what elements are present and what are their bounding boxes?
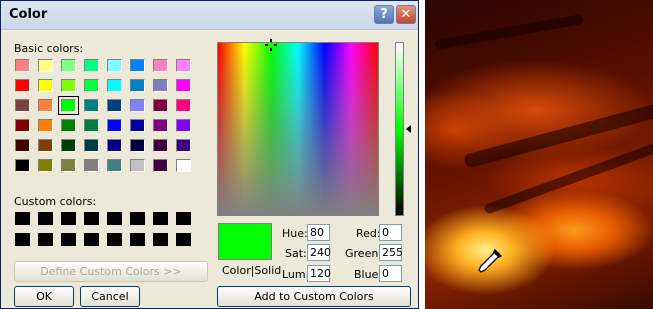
basic-color-swatch[interactable] — [38, 159, 53, 172]
custom-color-swatch[interactable] — [61, 233, 76, 246]
blue-label: Blue: — [354, 268, 383, 281]
basic-color-swatch[interactable] — [15, 119, 30, 132]
basic-color-swatch[interactable] — [84, 139, 99, 152]
basic-color-swatch[interactable] — [38, 79, 53, 92]
basic-color-swatch[interactable] — [153, 159, 168, 172]
basic-color-swatch[interactable] — [130, 79, 145, 92]
basic-color-swatch[interactable] — [61, 79, 76, 92]
basic-color-swatch[interactable] — [38, 139, 53, 152]
basic-color-swatch[interactable] — [61, 119, 76, 132]
basic-color-swatch[interactable] — [130, 159, 145, 172]
custom-color-swatch[interactable] — [130, 212, 145, 225]
basic-color-swatch[interactable] — [107, 139, 122, 152]
color-dialog: Color ? ✕ Basic colors: Custom colors: D… — [0, 0, 419, 309]
custom-color-swatch[interactable] — [61, 212, 76, 225]
hue-field[interactable]: 80 — [307, 224, 330, 241]
basic-color-swatch[interactable] — [15, 59, 30, 72]
basic-color-swatch[interactable] — [15, 139, 30, 152]
basic-color-swatch[interactable] — [84, 159, 99, 172]
basic-color-swatch[interactable] — [176, 79, 191, 92]
luminance-slider[interactable] — [395, 42, 404, 216]
crosshair-icon — [265, 39, 277, 51]
basic-color-swatch[interactable] — [153, 99, 168, 112]
basic-color-swatch[interactable] — [61, 159, 76, 172]
custom-color-swatch[interactable] — [176, 212, 191, 225]
basic-color-swatch[interactable] — [58, 96, 79, 115]
basic-color-swatch[interactable] — [107, 99, 122, 112]
basic-color-swatch[interactable] — [176, 99, 191, 112]
basic-color-swatch[interactable] — [130, 139, 145, 152]
custom-colors-label: Custom colors: — [14, 195, 97, 208]
custom-color-swatch[interactable] — [107, 233, 122, 246]
basic-color-swatch[interactable] — [38, 119, 53, 132]
custom-color-swatch[interactable] — [84, 212, 99, 225]
basic-color-swatch[interactable] — [84, 79, 99, 92]
dialog-title: Color — [9, 7, 48, 22]
basic-color-swatch[interactable] — [84, 119, 99, 132]
luminance-arrow-icon[interactable] — [406, 125, 411, 133]
basic-color-swatch[interactable] — [176, 159, 191, 172]
green-label: Green: — [345, 247, 383, 260]
hue-label: Hue: — [282, 227, 308, 240]
basic-color-swatch[interactable] — [38, 99, 53, 112]
custom-color-swatch[interactable] — [84, 233, 99, 246]
basic-color-swatch[interactable] — [107, 59, 122, 72]
basic-color-swatch[interactable] — [107, 79, 122, 92]
basic-color-swatch[interactable] — [130, 119, 145, 132]
lum-label: Lum: — [282, 268, 310, 281]
basic-color-swatch[interactable] — [176, 119, 191, 132]
red-label: Red: — [356, 227, 381, 240]
help-button[interactable]: ? — [374, 5, 394, 24]
close-button[interactable]: ✕ — [396, 5, 416, 24]
green-field[interactable]: 255 — [379, 244, 403, 261]
custom-color-swatch[interactable] — [15, 233, 30, 246]
basic-color-swatch[interactable] — [153, 59, 168, 72]
basic-color-swatch[interactable] — [61, 139, 76, 152]
cancel-button[interactable]: Cancel — [80, 286, 140, 307]
basic-color-swatch[interactable] — [153, 79, 168, 92]
basic-color-swatch[interactable] — [130, 59, 145, 72]
basic-color-swatch[interactable] — [130, 99, 145, 112]
basic-color-swatch[interactable] — [107, 119, 122, 132]
blue-field[interactable]: 0 — [379, 265, 402, 282]
ok-button[interactable]: OK — [14, 286, 74, 307]
basic-color-swatch[interactable] — [15, 99, 30, 112]
custom-color-swatch[interactable] — [38, 212, 53, 225]
custom-color-swatch[interactable] — [107, 212, 122, 225]
basic-color-swatch[interactable] — [61, 59, 76, 72]
color-spectrum[interactable] — [217, 42, 379, 216]
color-solid-label: Color|Solid — [222, 264, 282, 277]
basic-color-swatch[interactable] — [84, 59, 99, 72]
custom-color-swatch[interactable] — [38, 233, 53, 246]
basic-color-swatch[interactable] — [107, 159, 122, 172]
red-field[interactable]: 0 — [379, 224, 402, 241]
lum-field[interactable]: 120 — [307, 265, 331, 282]
basic-color-swatch[interactable] — [38, 59, 53, 72]
basic-color-swatch[interactable] — [84, 99, 99, 112]
basic-color-swatch[interactable] — [176, 59, 191, 72]
eyedropper-icon — [478, 248, 503, 273]
custom-color-swatch[interactable] — [153, 212, 168, 225]
basic-color-swatch[interactable] — [176, 139, 191, 152]
custom-color-swatch[interactable] — [15, 212, 30, 225]
custom-color-swatch[interactable] — [176, 233, 191, 246]
sat-field[interactable]: 240 — [307, 244, 331, 261]
color-preview — [218, 223, 272, 260]
sat-label: Sat: — [285, 247, 307, 260]
title-bar: Color ? ✕ — [1, 1, 418, 30]
basic-color-swatch[interactable] — [15, 79, 30, 92]
custom-color-swatch[interactable] — [130, 233, 145, 246]
basic-color-swatch[interactable] — [153, 139, 168, 152]
basic-color-swatch[interactable] — [15, 159, 30, 172]
background-photo — [425, 0, 653, 309]
custom-color-swatch[interactable] — [153, 233, 168, 246]
define-custom-colors-button[interactable]: Define Custom Colors >> — [14, 261, 208, 282]
add-to-custom-colors-button[interactable]: Add to Custom Colors — [217, 286, 411, 307]
basic-colors-label: Basic colors: — [14, 42, 84, 55]
basic-color-swatch[interactable] — [153, 119, 168, 132]
